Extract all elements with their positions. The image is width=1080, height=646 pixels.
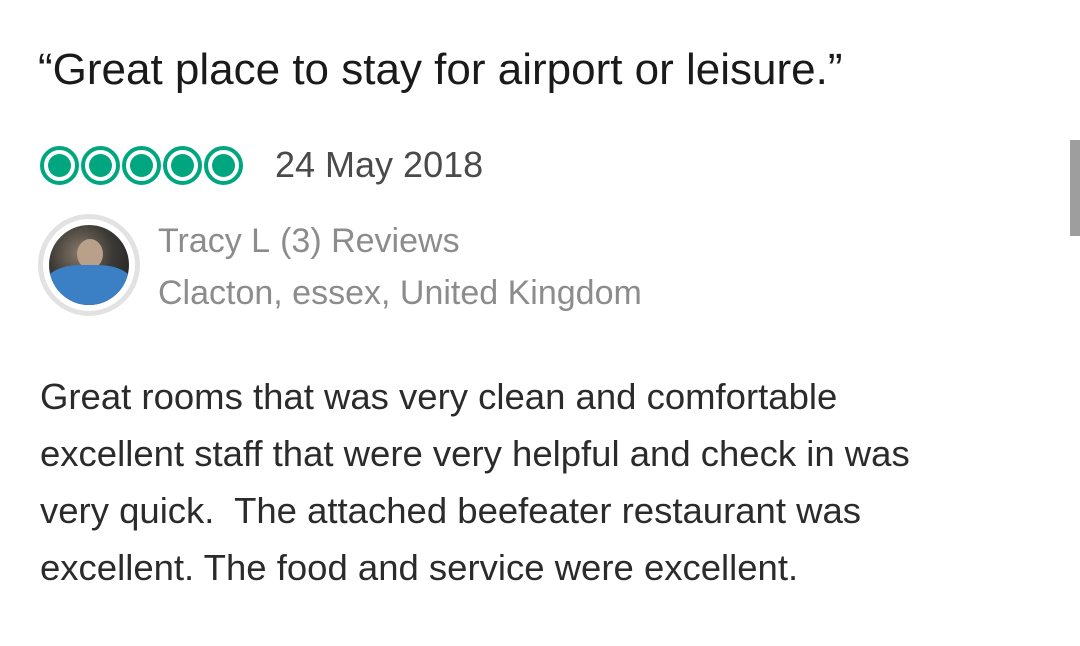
rating-bubble-icon [163,145,202,185]
rating-bubble-icon [40,145,79,185]
rating-bubble-icon [204,145,243,185]
author-review-count[interactable]: (3) Reviews [280,222,459,260]
review-date: 24 May 2018 [275,144,484,185]
review-title: “Great place to stay for airport or leis… [38,45,843,94]
scrollbar-thumb[interactable] [1070,140,1080,236]
avatar-shirt [49,265,129,305]
review-body-line: very quick. The attached beefeater resta… [40,490,862,531]
author-info: Tracy L (3) Reviews Clacton, essex, Unite… [158,224,642,310]
rating-bubbles [40,145,243,185]
avatar[interactable] [38,214,140,316]
review-body-line: Great rooms that was very clean and comf… [40,376,838,417]
author-row: Tracy L (3) Reviews Clacton, essex, Unite… [38,214,642,316]
rating-bubble-icon [122,145,161,185]
avatar-image [49,225,129,305]
author-location: Clacton, essex, United Kingdom [158,274,642,312]
rating-bubble-icon [81,145,120,185]
author-name[interactable]: Tracy L [158,222,270,260]
review-body: Great rooms that was very clean and comf… [40,368,1050,596]
review-body-line: excellent staff that were very helpful a… [40,433,910,474]
rating-row: 24 May 2018 [40,142,483,188]
author-name-line: Tracy L (3) Reviews [158,224,642,258]
review-body-line: excellent. The food and service were exc… [40,547,799,588]
